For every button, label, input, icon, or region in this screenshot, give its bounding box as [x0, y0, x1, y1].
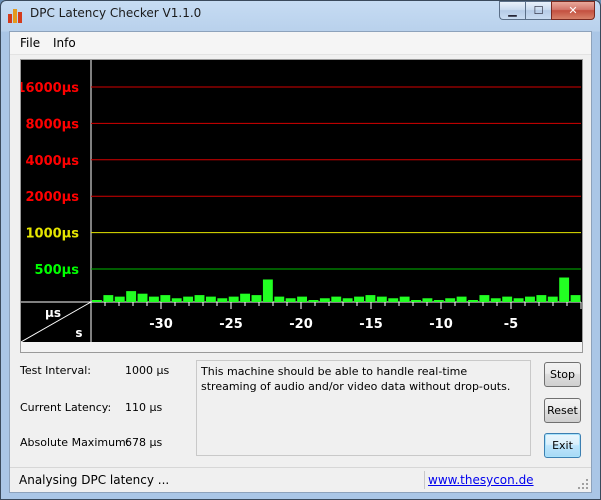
absolute-maximum-label: Absolute Maximum: — [20, 436, 130, 449]
y-tick-label: 500µs — [35, 263, 80, 278]
latency-bar — [137, 293, 148, 302]
resize-grip-icon[interactable] — [577, 478, 589, 490]
latency-bar — [365, 295, 376, 302]
status-text: Analysing DPC latency ... — [19, 473, 170, 487]
corner-unit-us: µs — [45, 306, 61, 320]
status-bar: Analysing DPC latency ... www.thesycon.d… — [10, 467, 591, 492]
latency-bar — [342, 298, 353, 302]
x-tick-label: -30 — [149, 317, 173, 332]
stop-button[interactable]: Stop — [544, 362, 581, 387]
latency-bar — [570, 295, 581, 302]
menu-info[interactable]: Info — [53, 36, 76, 50]
latency-bar — [126, 291, 137, 302]
latency-bar — [433, 300, 444, 302]
latency-bar — [285, 298, 296, 302]
menu-bar: File Info — [10, 32, 591, 55]
maximize-icon: ☐ — [533, 4, 544, 17]
latency-bar — [308, 300, 319, 302]
latency-bar — [422, 298, 433, 302]
latency-bar — [228, 296, 239, 302]
latency-bar — [479, 295, 490, 302]
test-interval-label: Test Interval: — [20, 364, 91, 377]
app-window: DPC Latency Checker V1.1.0 ▁ ☐ ✕ File In… — [0, 0, 601, 500]
latency-bar — [559, 277, 570, 302]
latency-chart-panel: 16000µs 8000µs 4000µs 2000µs 1000µs 500µs µs s -… — [20, 59, 583, 353]
x-tick-label: -10 — [429, 317, 453, 332]
y-tick-label: 1000µs — [26, 227, 80, 242]
x-tick-label: -15 — [359, 317, 383, 332]
latency-bar — [92, 300, 102, 302]
minimize-icon: ▁ — [508, 4, 517, 17]
menu-file[interactable]: File — [20, 36, 40, 50]
window-title: DPC Latency Checker V1.1.0 — [30, 6, 202, 20]
latency-bar — [160, 295, 171, 302]
latency-bar — [114, 296, 125, 302]
x-tick-label: -5 — [504, 317, 518, 332]
exit-button[interactable]: Exit — [544, 433, 581, 458]
status-separator — [424, 471, 425, 489]
x-tick-label: -25 — [219, 317, 243, 332]
minimize-button[interactable]: ▁ — [499, 1, 525, 20]
latency-bar — [411, 300, 421, 302]
test-interval-value: 1000 µs — [125, 364, 170, 377]
info-area: Test Interval: 1000 µs Current Latency: … — [10, 354, 591, 464]
latency-bar — [274, 296, 285, 302]
latency-bar — [388, 298, 399, 302]
latency-bar — [547, 296, 558, 302]
latency-bar — [251, 295, 262, 302]
latency-bar — [376, 296, 387, 302]
close-button[interactable]: ✕ — [551, 1, 595, 20]
app-bar-chart-icon — [8, 7, 24, 23]
latency-bar — [171, 298, 182, 302]
close-icon: ✕ — [568, 4, 578, 17]
latency-chart: 16000µs 8000µs 4000µs 2000µs 1000µs 500µs µss -… — [21, 60, 582, 343]
y-tick-label: 2000µs — [26, 190, 80, 205]
latency-bar — [297, 296, 308, 302]
latency-bar — [525, 296, 535, 302]
current-latency-label: Current Latency: — [20, 401, 112, 414]
latency-bar — [490, 298, 501, 302]
reset-button[interactable]: Reset — [544, 398, 581, 423]
latency-bar — [354, 296, 364, 302]
status-message-box: This machine should be able to handle re… — [196, 360, 531, 456]
latency-bar — [103, 295, 114, 302]
latency-bar — [319, 298, 330, 302]
latency-bar — [217, 298, 228, 302]
y-tick-label: 16000µs — [21, 81, 79, 96]
latency-bar — [331, 296, 342, 302]
latency-bar — [445, 298, 456, 302]
latency-bar — [536, 295, 547, 302]
y-tick-label: 4000µs — [26, 154, 80, 169]
absolute-maximum-value: 678 µs — [125, 436, 163, 449]
latency-bar — [240, 293, 251, 302]
maximize-button[interactable]: ☐ — [525, 1, 551, 20]
latency-bar — [502, 296, 513, 302]
x-tick-label: -20 — [289, 317, 313, 332]
latency-bar — [194, 295, 205, 302]
latency-bar — [468, 300, 478, 302]
latency-bar — [262, 279, 273, 302]
latency-bar — [399, 296, 410, 302]
corner-unit-s: s — [75, 326, 82, 340]
latency-bar — [183, 296, 194, 302]
title-bar[interactable]: DPC Latency Checker V1.1.0 ▁ ☐ ✕ — [1, 1, 600, 29]
latency-bar — [513, 298, 524, 302]
latency-bar — [205, 296, 216, 302]
latency-bar — [148, 296, 159, 302]
current-latency-value: 110 µs — [125, 401, 163, 414]
latency-bar — [456, 296, 467, 302]
client-area: File Info 16000µs 8000µs 4000µs 2000µs 1000µ… — [9, 31, 592, 493]
website-link[interactable]: www.thesycon.de — [428, 473, 534, 487]
y-tick-label: 8000µs — [26, 117, 80, 132]
